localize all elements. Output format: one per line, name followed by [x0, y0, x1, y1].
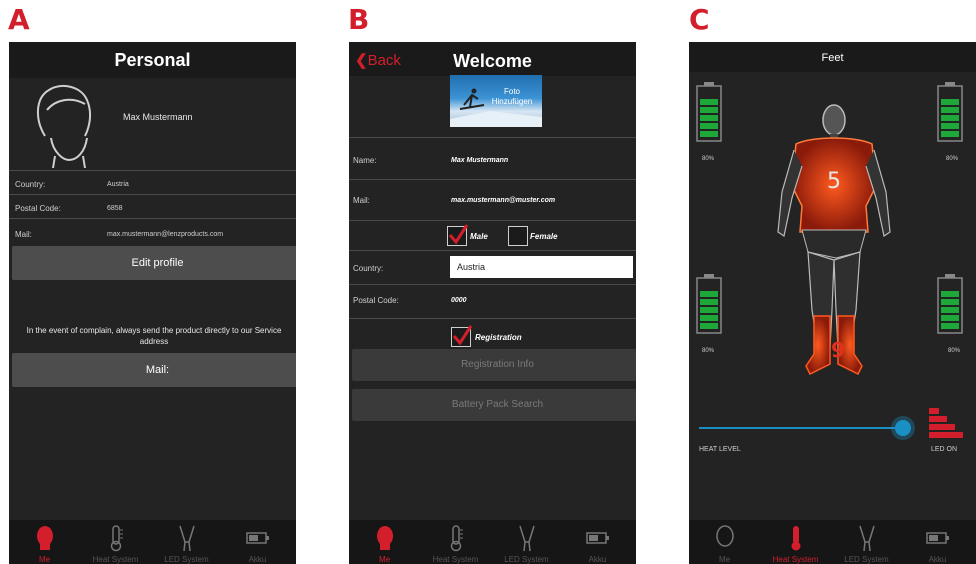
screen-personal: Personal Max Mustermann Country: Austria… [9, 42, 296, 564]
battery-icon [925, 532, 949, 544]
panel-label-c: C [689, 3, 710, 36]
tab-akku[interactable]: Akku [902, 520, 973, 564]
tab-label: Heat System [772, 555, 819, 564]
header: Personal [9, 42, 296, 78]
led-figure-icon [858, 525, 875, 552]
postal-code-label: Postal Code: [15, 204, 61, 213]
country-label: Country: [15, 180, 46, 189]
battery-top-right-percent: 80% [946, 156, 959, 162]
led-figure-icon [518, 525, 535, 552]
tab-bar: Me Heat System LED System Akku [689, 520, 976, 564]
screen-feet: Feet 80% 80% 80% 80% 5 9 HEAT LEVEL LED … [689, 42, 976, 564]
tab-bar: Me Heat System LED System Akku [349, 520, 636, 564]
avatar-icon[interactable] [29, 80, 99, 170]
postal-code-value: 0000 [451, 297, 467, 304]
tab-led-system[interactable]: LED System [491, 520, 562, 564]
name-value: Max Mustermann [451, 157, 509, 164]
registration-info-button[interactable]: Registration Info [352, 349, 636, 381]
tab-label: Heat System [432, 555, 479, 564]
panel-label-a: A [8, 3, 30, 36]
tab-label: Me [38, 555, 51, 564]
tab-led-system[interactable]: LED System [151, 520, 222, 564]
tab-akku[interactable]: Akku [562, 520, 633, 564]
battery-bottom-left-percent: 80% [702, 348, 715, 354]
feet-heat-level: 9 [831, 338, 845, 362]
upper-body-heat-level: 5 [827, 169, 841, 194]
checkmark-icon [452, 325, 473, 346]
page-title: Welcome [453, 51, 532, 71]
tab-label: Akku [588, 555, 607, 564]
service-notice: In the event of complain, always send th… [26, 326, 282, 346]
battery-top-left-percent: 80% [702, 156, 715, 162]
tab-bar: Me Heat System LED System Akku [9, 520, 296, 564]
male-label: Male [470, 232, 488, 241]
postal-code-value: 6858 [107, 205, 123, 212]
thermometer-icon [791, 526, 800, 551]
page-title: Feet [821, 52, 844, 64]
country-value: Austria [107, 181, 129, 188]
battery-icon [585, 532, 609, 544]
female-checkbox[interactable] [508, 226, 528, 246]
tab-akku[interactable]: Akku [222, 520, 293, 564]
edit-profile-button[interactable]: Edit profile [12, 246, 296, 280]
registration-label: Registration [475, 333, 522, 342]
mail-value: max.mustermann@muster.com [451, 197, 556, 204]
led-on-label: LED ON [931, 446, 958, 453]
country-input[interactable] [450, 256, 633, 278]
tab-label: LED System [504, 555, 549, 564]
battery-bottom-right-percent: 80% [948, 348, 961, 354]
mail-label: Mail: [15, 230, 32, 239]
tab-label: Akku [928, 555, 947, 564]
tab-me[interactable]: Me [689, 520, 760, 564]
slider-thumb[interactable] [895, 420, 911, 436]
head-icon [36, 526, 53, 550]
country-label: Country: [353, 264, 384, 273]
male-checkbox[interactable] [447, 224, 469, 246]
tab-label: Heat System [92, 555, 139, 564]
postal-code-label: Postal Code: [353, 296, 399, 305]
tab-heat-system[interactable]: Heat System [80, 520, 151, 564]
page-title: Personal [114, 50, 191, 70]
slider-track [699, 427, 905, 429]
tab-me[interactable]: Me [349, 520, 420, 564]
thermometer-icon [110, 525, 123, 552]
battery-bottom-left-icon[interactable] [696, 274, 722, 334]
registration-checkbox[interactable] [451, 325, 473, 347]
tab-me[interactable]: Me [9, 520, 80, 564]
thermometer-icon [450, 525, 463, 552]
mail-value: max.mustermann@lenzproducts.com [107, 231, 224, 238]
panel-label-b: B [348, 3, 370, 36]
head-icon [376, 526, 393, 550]
led-figure-icon [178, 525, 195, 552]
led-bars-icon[interactable] [929, 408, 963, 440]
mail-button[interactable]: Mail: [12, 353, 296, 387]
battery-top-right-icon[interactable] [937, 82, 963, 142]
heat-level-label: HEAT LEVEL [699, 446, 741, 453]
header: ❮Back Welcome [349, 42, 636, 76]
battery-icon [245, 532, 269, 544]
name-label: Name: [353, 156, 377, 165]
heat-level-slider[interactable] [699, 420, 915, 436]
battery-top-left-icon[interactable] [696, 82, 722, 142]
female-label: Female [530, 232, 558, 241]
screen-welcome: ❮Back Welcome Foto Hinzufügen Name: Max … [349, 42, 636, 564]
tab-label: LED System [844, 555, 889, 564]
battery-bottom-right-icon[interactable] [937, 274, 963, 334]
photo-caption: Foto Hinzufügen [491, 87, 533, 106]
header: Feet [689, 42, 976, 72]
tab-label: Me [718, 555, 731, 564]
tab-heat-system[interactable]: Heat System [420, 520, 491, 564]
user-name: Max Mustermann [123, 112, 193, 122]
head-icon [715, 525, 734, 547]
tab-heat-system[interactable]: Heat System [760, 520, 831, 564]
checkmark-icon [448, 224, 469, 245]
tab-label: LED System [164, 555, 209, 564]
profile-photo[interactable]: Foto Hinzufügen [450, 75, 542, 127]
tab-label: Me [378, 555, 391, 564]
tab-label: Akku [248, 555, 267, 564]
battery-pack-search-button[interactable]: Battery Pack Search [352, 389, 636, 421]
mail-label: Mail: [353, 196, 370, 205]
tab-led-system[interactable]: LED System [831, 520, 902, 564]
